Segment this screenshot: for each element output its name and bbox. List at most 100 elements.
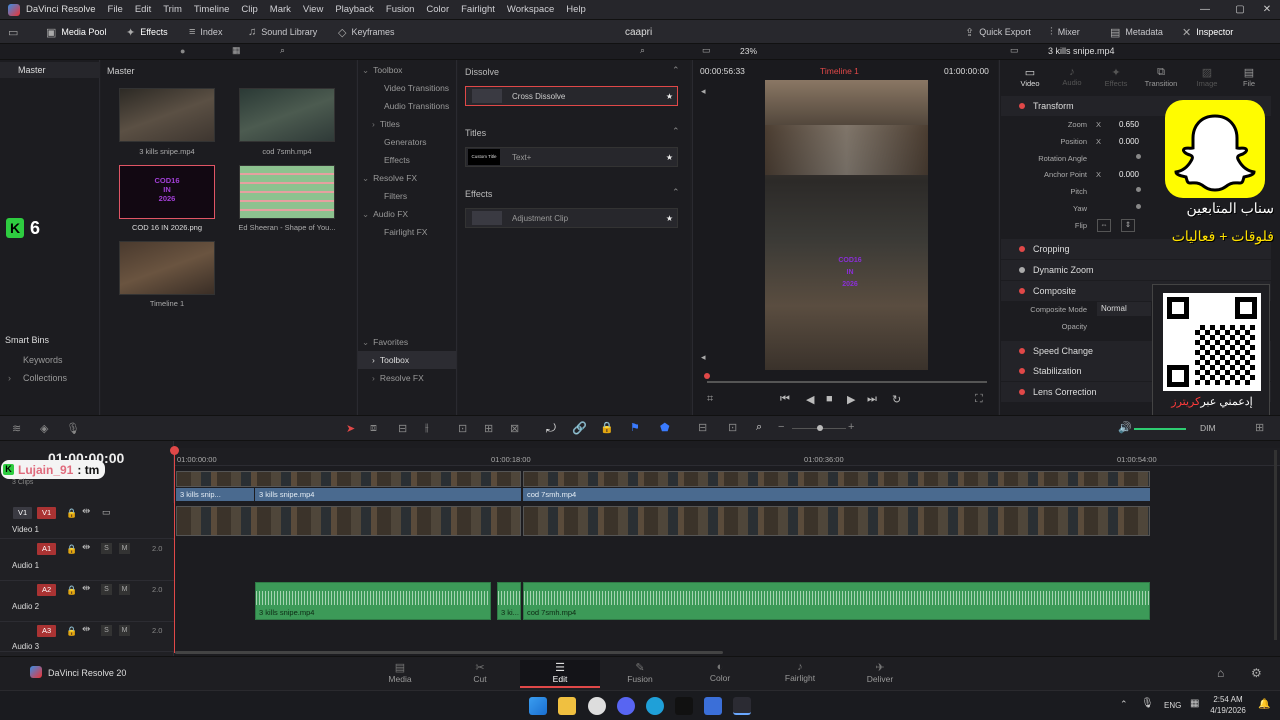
inspector-tab-image[interactable]: ▨ Image: [1187, 66, 1227, 88]
zoom-x-field[interactable]: 0.650: [1105, 118, 1141, 131]
lock-track-icon[interactable]: 🔒: [66, 544, 77, 555]
effects-search-icon[interactable]: ⌕: [640, 45, 645, 56]
inspector-tab-video[interactable]: ▭ Video: [1010, 66, 1050, 88]
volume-icon[interactable]: 🔊: [1118, 421, 1132, 434]
zoom-in-icon[interactable]: +: [848, 421, 854, 433]
skip-forward-icon[interactable]: ⏭: [867, 393, 877, 406]
network-icon[interactable]: ▦: [1190, 698, 1199, 709]
fx-tree-titles[interactable]: › Titles: [372, 115, 466, 133]
search-icon[interactable]: ⌕: [280, 45, 285, 56]
solo-button[interactable]: S: [101, 543, 112, 554]
enable-dot-icon[interactable]: [1019, 389, 1025, 395]
reverse-play-icon[interactable]: ◀: [806, 393, 814, 406]
mute-button[interactable]: M: [119, 625, 130, 636]
menu-mark[interactable]: Mark: [264, 4, 297, 15]
clock-time[interactable]: 2:54 AM: [1207, 695, 1249, 704]
track-patch-v1[interactable]: V1: [13, 507, 33, 519]
maximize-icon[interactable]: ▢: [1225, 0, 1255, 20]
inspector-tab-file[interactable]: ▤ File: [1229, 66, 1269, 88]
anchor-x-field[interactable]: 0.000: [1105, 168, 1141, 181]
media-thumb-ed-sheeran[interactable]: [239, 165, 335, 219]
page-fairlight[interactable]: ♪ Fairlight: [760, 660, 840, 688]
thumbnail-size-slider[interactable]: ●: [180, 46, 185, 56]
audio-clip[interactable]: cod 7smh.mp4: [523, 582, 1150, 620]
menu-clip[interactable]: Clip: [235, 4, 263, 15]
settings-gear-icon[interactable]: ⚙: [1251, 666, 1262, 680]
lock-track-icon[interactable]: 🔒: [66, 585, 77, 596]
video-clip-label[interactable]: cod 7smh.mp4: [523, 488, 1150, 501]
close-icon[interactable]: ✕: [1252, 0, 1280, 20]
chrome-icon[interactable]: [588, 697, 606, 715]
zoom-full-icon[interactable]: ⊟: [698, 421, 707, 434]
selection-tool-icon[interactable]: ➤: [346, 422, 355, 435]
video-clip-label[interactable]: 3 kills snipe.mp4: [255, 488, 521, 501]
grid-view-icon[interactable]: ▦: [232, 45, 241, 56]
blade-tool-icon[interactable]: ⫲: [425, 422, 429, 435]
notification-icon[interactable]: 🔔: [1258, 699, 1270, 710]
sound-library-button[interactable]: ♫ Sound Library: [248, 20, 317, 44]
page-color[interactable]: ◐ Color: [680, 660, 760, 688]
meters-icon[interactable]: ⊞: [1255, 421, 1264, 434]
page-cut[interactable]: ✂ Cut: [440, 660, 520, 688]
collapse-icon[interactable]: ⌃: [672, 187, 680, 198]
menu-help[interactable]: Help: [560, 4, 592, 15]
track-id-a2[interactable]: A2: [37, 584, 57, 596]
bin-master[interactable]: Master: [18, 65, 46, 75]
link-icon[interactable]: 🔗: [572, 421, 587, 435]
volume-slider[interactable]: [1134, 428, 1186, 430]
fx-tree-resolve-fx[interactable]: ⌄ Resolve FX: [362, 169, 456, 187]
fx-fav-resolve-fx[interactable]: › Resolve FX: [372, 369, 466, 387]
mixer-button[interactable]: ⫶ Mixer: [1050, 20, 1080, 44]
fx-tree-favorites[interactable]: ⌄ Favorites: [362, 333, 456, 351]
composite-mode-select[interactable]: Normal: [1097, 302, 1151, 316]
zoom-custom-icon[interactable]: ⌕: [756, 421, 762, 434]
menu-color[interactable]: Color: [420, 4, 455, 15]
media-thumb-cod-16[interactable]: COD16 IN 2026: [119, 165, 215, 219]
track-id-a3[interactable]: A3: [37, 625, 57, 637]
panel-toggle-icon[interactable]: ▭: [8, 20, 18, 44]
video-clip-thumbs[interactable]: [523, 471, 1150, 487]
smart-bin-collections[interactable]: Collections: [23, 373, 67, 383]
prev-frame-icon[interactable]: ◂: [701, 86, 706, 97]
video-clip-thumbs[interactable]: [176, 471, 521, 487]
minimize-icon[interactable]: —: [1190, 0, 1220, 20]
auto-select-icon[interactable]: ⇹: [82, 542, 90, 553]
effect-text-plus[interactable]: Custom Title Text+ ★: [465, 147, 678, 167]
page-fusion[interactable]: ✎ Fusion: [600, 660, 680, 688]
inspector-tab-audio[interactable]: ♪ Audio: [1052, 66, 1092, 87]
zoom-detail-icon[interactable]: ⊡: [728, 421, 737, 434]
edge-icon[interactable]: [646, 697, 664, 715]
discord-icon[interactable]: [617, 697, 635, 715]
audio-clip[interactable]: 3 ki...: [497, 582, 521, 620]
lock-track-icon[interactable]: 🔒: [66, 508, 77, 519]
effect-adjustment-clip[interactable]: Adjustment Clip ★: [465, 208, 678, 228]
marker-icon[interactable]: ⬟: [660, 421, 670, 434]
page-media[interactable]: ▤ Media: [360, 660, 440, 688]
favorite-star-icon[interactable]: ★: [666, 214, 673, 223]
flip-vertical-icon[interactable]: ⇕: [1121, 219, 1135, 232]
menu-timeline[interactable]: Timeline: [188, 4, 236, 15]
insert-clip-icon[interactable]: ⊡: [458, 422, 467, 435]
menu-fusion[interactable]: Fusion: [380, 4, 421, 15]
pitch-slider[interactable]: [1136, 187, 1141, 192]
page-edit[interactable]: ☰ Edit: [520, 660, 600, 688]
enable-dot-icon[interactable]: [1019, 288, 1025, 294]
position-x-field[interactable]: 0.000: [1105, 135, 1141, 148]
lock-track-icon[interactable]: 🔒: [66, 626, 77, 637]
favorite-star-icon[interactable]: ★: [666, 92, 673, 101]
flag-icon[interactable]: ⚑: [630, 421, 640, 434]
video-clip[interactable]: [523, 506, 1150, 536]
timeline-scrollbar[interactable]: [175, 651, 723, 654]
dynamic-trim-icon[interactable]: ⊟: [398, 422, 407, 435]
play-icon[interactable]: ▶: [847, 393, 855, 406]
crop-icon[interactable]: ⌗: [707, 393, 713, 406]
media-pool-button[interactable]: ▣ Media Pool: [46, 20, 106, 44]
quick-export-button[interactable]: ⇪ Quick Export: [965, 20, 1031, 44]
mute-button[interactable]: M: [119, 584, 130, 595]
video-clip[interactable]: [176, 506, 521, 536]
voiceover-icon[interactable]: 🎙: [66, 422, 80, 435]
effect-cross-dissolve[interactable]: Cross Dissolve ★: [465, 86, 678, 106]
mute-button[interactable]: M: [119, 543, 130, 554]
menu-edit[interactable]: Edit: [129, 4, 157, 15]
inspector-tab-transition[interactable]: ⧉ Transition: [1141, 66, 1181, 88]
